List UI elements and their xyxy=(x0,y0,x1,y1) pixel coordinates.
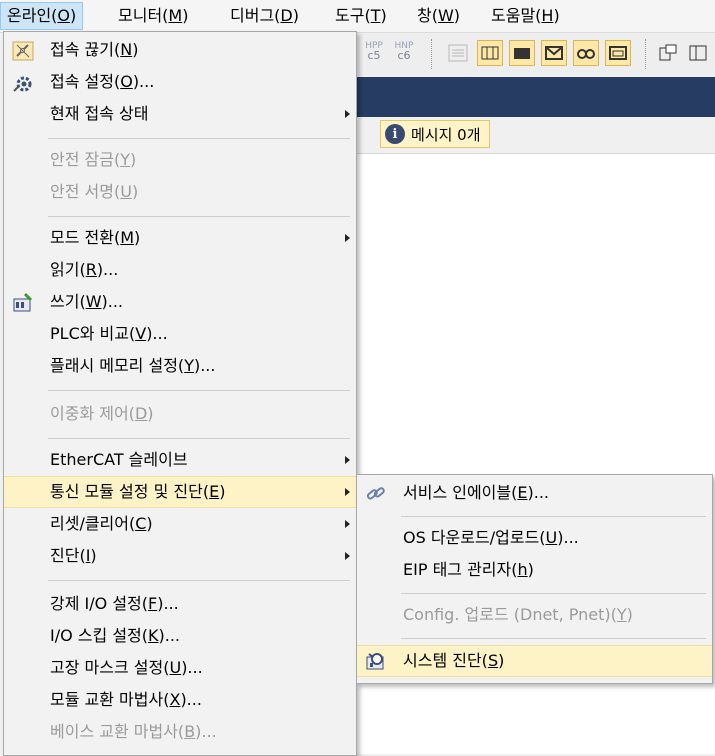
menu-item-reset-clear[interactable]: 리셋/클리어(C) xyxy=(4,508,356,540)
menu-tools[interactable]: 도구(T) xyxy=(329,3,393,29)
menu-help[interactable]: 도움말(H) xyxy=(485,3,566,29)
message-bar: i 메시지 0개 xyxy=(355,117,715,154)
menu-separator xyxy=(401,593,706,594)
menu-item-ethercat-slave[interactable]: EtherCAT 슬레이브 xyxy=(4,444,356,476)
menu-debug[interactable]: 디버그(D) xyxy=(224,3,305,29)
menu-item-compare-plc[interactable]: PLC와 비교(V)... xyxy=(4,318,356,350)
menu-separator xyxy=(48,580,350,581)
submenu-arrow-icon xyxy=(345,110,350,118)
link-icon xyxy=(365,483,387,503)
info-icon: i xyxy=(385,124,405,144)
menu-item-base-exchange-wizard: 베이스 교환 마법사(B)... xyxy=(50,722,217,741)
toolbar: HPP c5 HNP c6 xyxy=(355,33,715,75)
menu-item-redundancy-control: 이중화 제어(D) xyxy=(50,404,154,423)
menu-separator xyxy=(48,216,350,217)
comm-module-submenu: 서비스 인에이블(E)... OS 다운로드/업로드(U)... EIP 태그 … xyxy=(356,474,713,684)
properties-icon[interactable] xyxy=(655,40,681,66)
toolbar-separator xyxy=(645,39,646,69)
menu-window[interactable]: 창(W) xyxy=(411,3,466,29)
folder-view-icon[interactable] xyxy=(509,40,535,66)
toolbar-c5-button[interactable]: HPP c5 xyxy=(363,41,385,61)
menu-item-read[interactable]: 읽기(R)... xyxy=(4,254,356,286)
menu-item-connection-settings[interactable]: 접속 설정(O)... xyxy=(4,66,356,98)
menu-online[interactable]: 온라인(O) xyxy=(0,2,84,30)
menu-item-comm-module-settings[interactable]: 통신 모듈 설정 및 진단(E) xyxy=(4,476,356,508)
submenu-item-config-upload: Config. 업로드 (Dnet, Pnet)(Y) xyxy=(403,605,633,624)
connection-settings-icon xyxy=(12,72,34,92)
menu-item-module-exchange-wizard[interactable]: 모듈 교환 마법사(X)... xyxy=(4,684,356,716)
toolbar-separator xyxy=(431,39,432,69)
ladder-view-icon[interactable] xyxy=(477,40,503,66)
write-icon xyxy=(12,292,34,312)
menu-item-io-skip-settings[interactable]: I/O 스킵 설정(K)... xyxy=(4,620,356,652)
menu-monitor[interactable]: 모니터(M) xyxy=(112,3,194,29)
watch-view-icon[interactable] xyxy=(573,40,599,66)
online-menu: 접속 끊기(N) 접속 설정(O)... 현재 접속 상태 안전 잠금(Y) 안… xyxy=(3,31,357,756)
message-count-badge[interactable]: i 메시지 0개 xyxy=(380,120,490,148)
message-count-label: 메시지 0개 xyxy=(411,125,481,144)
message-view-icon[interactable] xyxy=(541,40,567,66)
menu-separator xyxy=(48,138,350,139)
menu-item-write[interactable]: 쓰기(W)... xyxy=(4,286,356,318)
system-diagnosis-icon xyxy=(365,651,387,671)
menu-bar: 온라인(O) 모니터(M) 디버그(D) 도구(T) 창(W) 도움말(H) xyxy=(0,0,715,33)
menu-item-fault-mask-settings[interactable]: 고장 마스크 설정(U)... xyxy=(4,652,356,684)
toolbar-c6-button[interactable]: HNP c6 xyxy=(393,41,415,61)
layout-icon[interactable] xyxy=(685,40,711,66)
menu-item-mode-switch[interactable]: 모드 전환(M) xyxy=(4,222,356,254)
menu-item-safety-lock: 안전 잠금(Y) xyxy=(50,150,137,169)
submenu-item-eip-tag-manager[interactable]: EIP 태그 관리자(h) xyxy=(357,554,712,586)
menu-item-flash-memory-settings[interactable]: 플래시 메모리 설정(Y)... xyxy=(4,350,356,382)
disconnect-icon xyxy=(12,40,34,61)
title-strip xyxy=(355,77,715,117)
menu-item-connection-status[interactable]: 현재 접속 상태 xyxy=(4,98,356,130)
menu-item-diagnosis[interactable]: 진단(I) xyxy=(4,540,356,572)
submenu-item-service-enable[interactable]: 서비스 인에이블(E)... xyxy=(357,477,712,509)
menu-item-safety-signature: 안전 서명(U) xyxy=(50,182,139,201)
menu-item-force-io-settings[interactable]: 강제 I/O 설정(F)... xyxy=(4,588,356,620)
submenu-item-system-diagnosis[interactable]: 시스템 진단(S) xyxy=(357,645,712,677)
menu-separator xyxy=(48,438,350,439)
submenu-arrow-icon xyxy=(345,520,350,528)
list-icon[interactable] xyxy=(445,40,471,66)
submenu-arrow-icon xyxy=(345,234,350,242)
submenu-arrow-icon xyxy=(345,456,350,464)
submenu-item-os-download-upload[interactable]: OS 다운로드/업로드(U)... xyxy=(357,522,712,554)
menu-separator xyxy=(401,638,706,639)
submenu-arrow-icon xyxy=(345,552,350,560)
menu-separator xyxy=(48,390,350,391)
menu-item-disconnect[interactable]: 접속 끊기(N) xyxy=(4,34,356,66)
submenu-arrow-icon xyxy=(345,488,350,496)
window-view-icon[interactable] xyxy=(605,40,631,66)
menu-separator xyxy=(401,516,706,517)
